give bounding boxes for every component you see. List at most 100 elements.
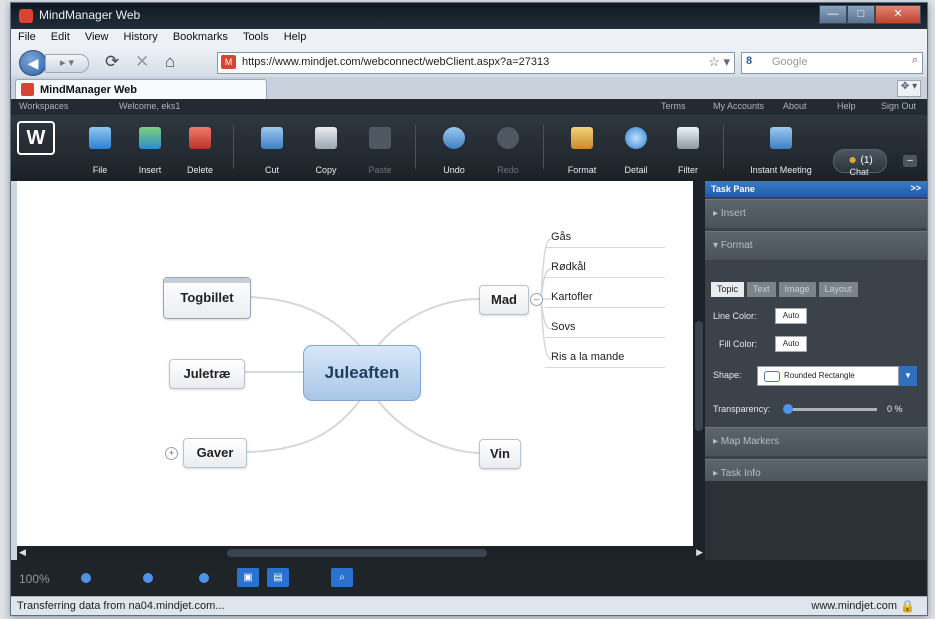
central-topic[interactable]: Juleaften xyxy=(303,345,421,401)
scroll-left-arrow-icon[interactable]: ◀ xyxy=(19,547,26,558)
tab-text[interactable]: Text xyxy=(747,282,776,297)
cut-button[interactable]: Cut xyxy=(247,119,297,177)
menu-tools[interactable]: Tools xyxy=(236,29,274,43)
maximize-button[interactable]: □ xyxy=(847,5,875,24)
home-icon[interactable]: ⌂ xyxy=(165,52,175,72)
sign-out-link[interactable]: Sign Out xyxy=(881,101,916,111)
about-link[interactable]: About xyxy=(783,101,807,111)
section-format[interactable]: ▾ Format xyxy=(705,231,927,260)
delete-button[interactable]: Delete xyxy=(175,119,225,177)
menu-bookmarks[interactable]: Bookmarks xyxy=(166,29,233,43)
subtopic-gaas[interactable]: Gås xyxy=(551,231,571,243)
topic-mad[interactable]: Mad xyxy=(479,285,529,315)
minimize-button[interactable]: — xyxy=(819,5,847,24)
menu-history[interactable]: History xyxy=(117,29,163,43)
tab-list-button[interactable]: ✥ ▾ xyxy=(897,80,921,97)
toolbar-minimize-button[interactable]: – xyxy=(903,155,917,167)
format-button[interactable]: Format xyxy=(557,119,607,177)
outline-view-icon[interactable]: ▤ xyxy=(267,568,289,587)
menu-edit[interactable]: Edit xyxy=(44,29,75,43)
my-accounts-link[interactable]: My Accounts xyxy=(713,101,764,111)
file-button[interactable]: File xyxy=(75,119,125,177)
task-pane-collapse-button[interactable]: >> xyxy=(910,183,921,193)
menu-file[interactable]: File xyxy=(11,29,41,43)
status-domain: www.mindjet.com xyxy=(811,600,897,612)
scroll-right-arrow-icon[interactable]: ▶ xyxy=(696,547,703,558)
section-format-label: Format xyxy=(720,240,753,251)
reload-icon[interactable]: ⟳ xyxy=(105,52,119,72)
shape-dropdown-button[interactable]: ▼ xyxy=(899,366,917,386)
search-engine-icon[interactable]: 8 xyxy=(746,55,752,67)
stop-icon[interactable]: ✕ xyxy=(135,52,149,72)
collapse-mad-button[interactable]: – xyxy=(530,293,543,306)
fill-color-picker[interactable]: Auto xyxy=(775,336,807,352)
rounded-rectangle-icon xyxy=(764,371,780,382)
subtopic-kartofler[interactable]: Kartofler xyxy=(551,291,593,303)
zoom-in-icon[interactable] xyxy=(199,573,209,583)
redo-button[interactable]: Redo xyxy=(483,119,533,177)
detail-button[interactable]: Detail xyxy=(611,119,661,177)
vertical-scrollbar[interactable] xyxy=(693,181,705,546)
undo-button[interactable]: Undo xyxy=(429,119,479,177)
chat-count: (1) xyxy=(860,155,873,166)
back-button[interactable]: ◀ xyxy=(19,50,47,76)
url-text: https://www.mindjet.com/webconnect/webCl… xyxy=(242,56,550,68)
address-bar[interactable]: M https://www.mindjet.com/webconnect/web… xyxy=(217,52,735,74)
toolbar-separator xyxy=(723,125,724,169)
expand-gaver-button[interactable]: + xyxy=(165,447,178,460)
firefox-icon xyxy=(19,9,33,23)
chat-button[interactable]: ☻ (1) xyxy=(833,149,887,173)
subtopic-underline xyxy=(545,307,665,308)
transparency-slider[interactable] xyxy=(783,404,877,414)
cut-icon xyxy=(261,127,283,149)
horizontal-scroll-thumb[interactable] xyxy=(227,549,487,557)
insert-button[interactable]: Insert xyxy=(125,119,175,177)
delete-icon xyxy=(189,127,211,149)
terms-link[interactable]: Terms xyxy=(661,101,686,111)
section-map-markers[interactable]: ▸ Map Markers xyxy=(705,427,927,456)
zoom-slider-icon[interactable] xyxy=(143,573,153,583)
instant-meeting-button[interactable]: Instant Meeting xyxy=(741,119,821,177)
toolbar-separator xyxy=(415,125,416,169)
search-icon[interactable]: ⌕ xyxy=(912,54,918,67)
line-color-picker[interactable]: Auto xyxy=(775,308,807,324)
shape-select[interactable]: Rounded Rectangle xyxy=(757,366,899,386)
topic-togbillet[interactable]: Togbillet xyxy=(163,277,251,319)
help-link[interactable]: Help xyxy=(837,101,856,111)
subtopic-sovs[interactable]: Sovs xyxy=(551,321,575,333)
tab-topic[interactable]: Topic xyxy=(711,282,745,297)
section-insert[interactable]: ▸ Insert xyxy=(705,199,927,228)
tab-image[interactable]: Image xyxy=(778,282,816,297)
instant-meeting-icon xyxy=(770,127,792,149)
paste-button[interactable]: Paste xyxy=(355,119,405,177)
filter-button[interactable]: Filter xyxy=(663,119,713,177)
subtopic-roedkaal[interactable]: Rødkål xyxy=(551,261,586,273)
format-tabs: Topic Text Image Layout xyxy=(711,279,861,297)
map-canvas[interactable]: Togbillet Juletræ + Gaver Juleaften Mad … xyxy=(17,181,693,546)
copy-button[interactable]: Copy xyxy=(301,119,351,177)
vertical-scroll-thumb[interactable] xyxy=(695,321,703,431)
fit-map-icon[interactable]: ▣ xyxy=(237,568,259,587)
menu-view[interactable]: View xyxy=(78,29,114,43)
mindjet-logo: W xyxy=(17,121,55,155)
transparency-slider-knob[interactable] xyxy=(783,404,793,414)
topic-gaver-label: Gaver xyxy=(196,445,234,460)
tab-mindmanager[interactable]: MindManager Web xyxy=(15,79,267,100)
transparency-label: Transparency: xyxy=(713,404,771,414)
topic-gaver[interactable]: Gaver xyxy=(183,438,247,468)
search-box[interactable]: 8 Google ⌕ xyxy=(741,52,923,74)
horizontal-scrollbar[interactable]: ◀ ▶ xyxy=(17,546,705,560)
tab-layout[interactable]: Layout xyxy=(818,282,858,297)
find-icon[interactable]: ⌕ xyxy=(331,568,353,587)
bookmark-star-icon[interactable]: ☆ ▾ xyxy=(708,54,730,70)
close-button[interactable]: ✕ xyxy=(875,5,921,24)
forward-button[interactable]: ▸ ▾ xyxy=(45,54,89,73)
detail-icon xyxy=(625,127,647,149)
workspaces-link[interactable]: Workspaces xyxy=(19,101,68,111)
topic-vin[interactable]: Vin xyxy=(479,439,521,469)
menu-help[interactable]: Help xyxy=(277,29,312,43)
topic-juletrae[interactable]: Juletræ xyxy=(169,359,245,389)
topic-mad-label: Mad xyxy=(491,292,517,307)
zoom-out-icon[interactable] xyxy=(81,573,91,583)
subtopic-ris-a-la-mande[interactable]: Ris a la mande xyxy=(551,351,624,363)
